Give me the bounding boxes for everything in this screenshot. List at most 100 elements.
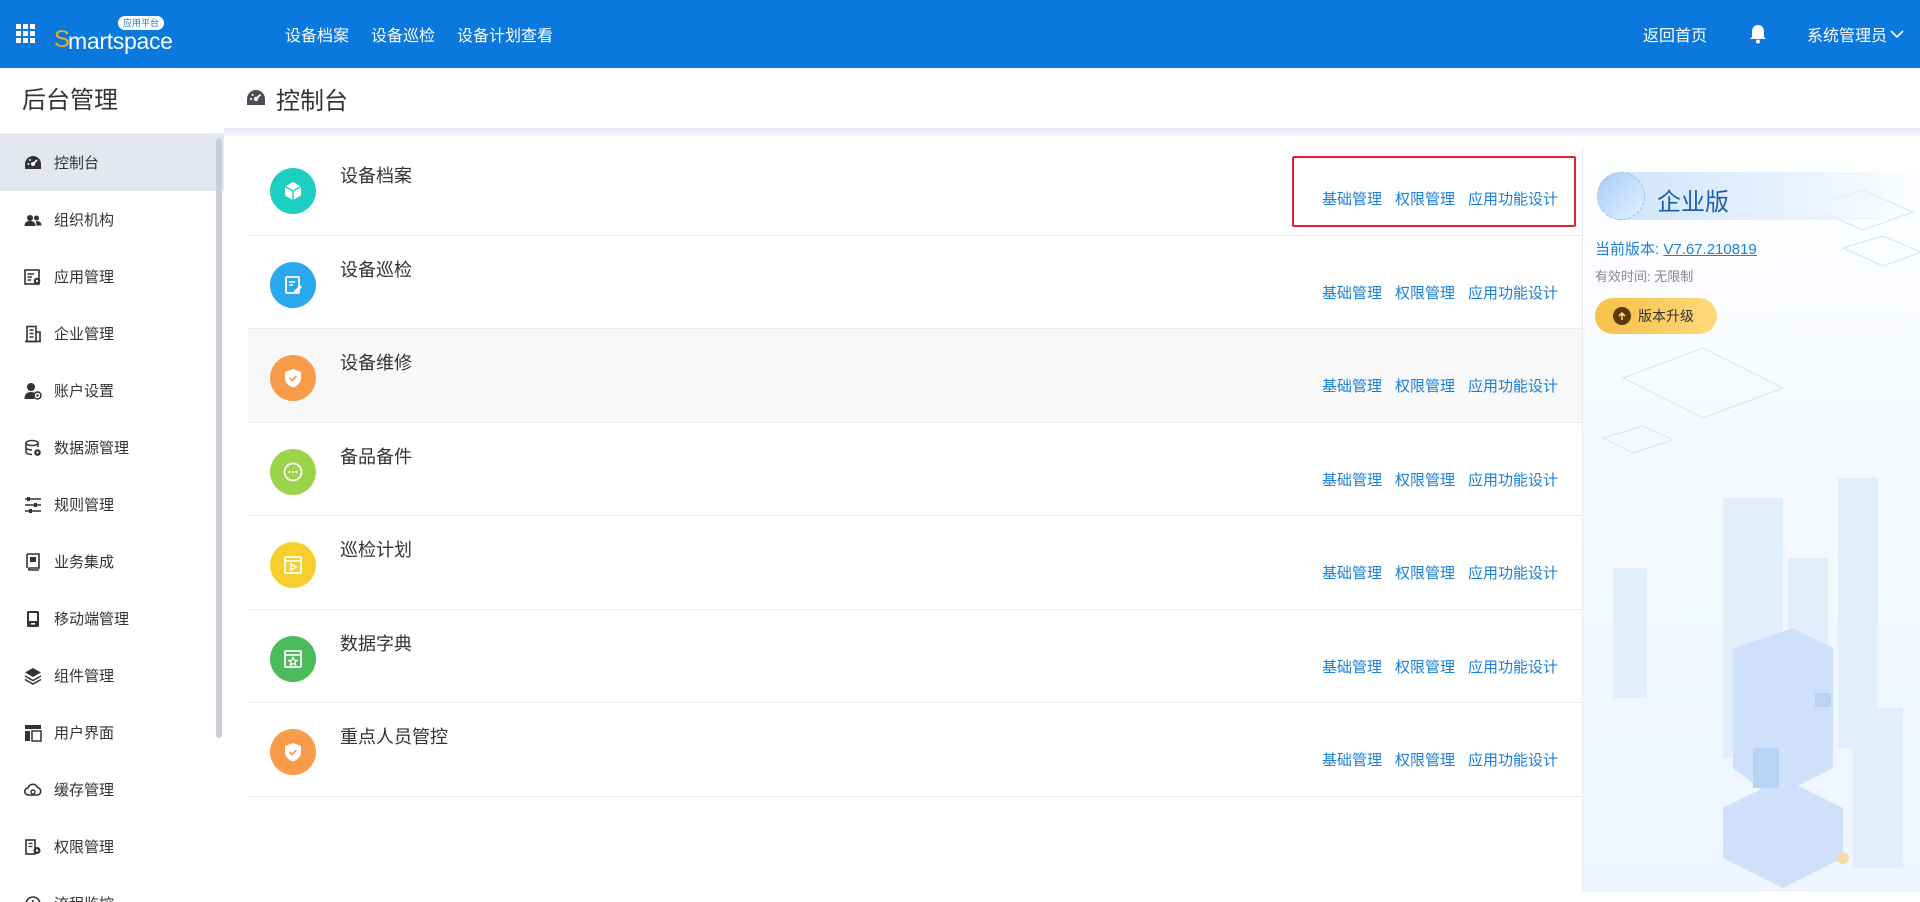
app-name[interactable]: 设备巡检 bbox=[340, 256, 412, 282]
sidebar: 后台管理 控制台 组织机构 应用管理 企业管理 账户设置 数据源管理 规则管理 … bbox=[0, 68, 224, 902]
sidebar-item-cache[interactable]: 缓存管理 bbox=[0, 761, 224, 818]
return-home-link[interactable]: 返回首页 bbox=[1643, 22, 1707, 46]
app-design-link[interactable]: 应用功能设计 bbox=[1468, 375, 1558, 396]
sidebar-item-label: 数据源管理 bbox=[54, 440, 130, 457]
sidebar-item-dashboard[interactable]: 控制台 bbox=[0, 134, 224, 191]
sidebar-item-label: 业务集成 bbox=[54, 554, 115, 571]
app-design-link[interactable]: 应用功能设计 bbox=[1468, 469, 1558, 490]
basic-manage-link[interactable]: 基础管理 bbox=[1322, 562, 1382, 583]
version-link[interactable]: V7.67.210819 bbox=[1663, 241, 1756, 258]
app-grid-icon[interactable] bbox=[16, 24, 36, 44]
bell-icon[interactable] bbox=[1749, 24, 1767, 44]
user-name: 系统管理员 bbox=[1806, 28, 1887, 45]
nav-device-plan[interactable]: 设备计划查看 bbox=[457, 22, 553, 46]
arrow-up-icon bbox=[1613, 307, 1631, 325]
nav-device-archive[interactable]: 设备档案 bbox=[285, 22, 349, 46]
top-nav: 设备档案 设备巡检 设备计划查看 bbox=[285, 0, 575, 68]
layers-icon bbox=[24, 667, 42, 685]
app-icon-badge bbox=[270, 448, 316, 495]
permission-manage-link[interactable]: 权限管理 bbox=[1395, 375, 1455, 396]
sidebar-item-label: 用户界面 bbox=[54, 725, 115, 742]
app-design-link[interactable]: 应用功能设计 bbox=[1468, 656, 1558, 677]
app-icon-badge bbox=[270, 729, 316, 775]
permission-manage-link[interactable]: 权限管理 bbox=[1395, 282, 1455, 303]
basic-manage-link[interactable]: 基础管理 bbox=[1322, 749, 1382, 770]
basic-manage-link[interactable]: 基础管理 bbox=[1322, 469, 1382, 490]
sidebar-item-permission[interactable]: 权限管理 bbox=[0, 818, 224, 875]
edition-banner: 企业版 bbox=[1597, 172, 1920, 220]
sidebar-item-enterprise[interactable]: 企业管理 bbox=[0, 305, 224, 362]
list-item: 设备维修 基础管理 权限管理 应用功能设计 bbox=[248, 329, 1582, 423]
users-icon bbox=[24, 214, 42, 226]
app-icon-badge bbox=[270, 542, 316, 588]
top-bar: S martspace 应用平台 设备档案 设备巡检 设备计划查看 返回首页 系… bbox=[0, 0, 1920, 68]
sidebar-item-components[interactable]: 组件管理 bbox=[0, 647, 224, 704]
sidebar-item-label: 企业管理 bbox=[54, 326, 115, 343]
app-design-link[interactable]: 应用功能设计 bbox=[1468, 749, 1558, 770]
flow-icon bbox=[25, 895, 41, 902]
shield-check-icon bbox=[285, 369, 301, 388]
sidebar-item-ui[interactable]: 用户界面 bbox=[0, 704, 224, 761]
basic-manage-link[interactable]: 基础管理 bbox=[1322, 282, 1382, 303]
sidebar-item-integration[interactable]: 业务集成 bbox=[0, 533, 224, 590]
sidebar-item-flow[interactable]: 流程监控 bbox=[0, 875, 224, 902]
app-name[interactable]: 设备档案 bbox=[340, 162, 412, 188]
user-settings-icon bbox=[24, 382, 42, 400]
app-name[interactable]: 巡检计划 bbox=[340, 536, 412, 562]
sidebar-item-label: 权限管理 bbox=[54, 839, 115, 856]
app-icon-badge bbox=[270, 635, 316, 682]
sidebar-item-mobile[interactable]: 移动端管理 bbox=[0, 590, 224, 647]
dashboard-icon bbox=[247, 90, 265, 105]
permission-manage-link[interactable]: 权限管理 bbox=[1395, 562, 1455, 583]
app-actions: 基础管理 权限管理 应用功能设计 bbox=[1309, 188, 1558, 209]
app-design-link[interactable]: 应用功能设计 bbox=[1468, 282, 1558, 303]
edition-badge-icon bbox=[1597, 172, 1645, 220]
sidebar-item-label: 缓存管理 bbox=[54, 782, 115, 799]
play-window-icon bbox=[284, 556, 302, 574]
sidebar-title: 后台管理 bbox=[0, 68, 224, 134]
nav-device-inspection[interactable]: 设备巡检 bbox=[371, 22, 435, 46]
smartspace-logo[interactable]: S martspace 应用平台 bbox=[54, 16, 184, 54]
app-actions: 基础管理 权限管理 应用功能设计 bbox=[1309, 375, 1558, 396]
dashboard-icon bbox=[25, 155, 41, 169]
basic-manage-link[interactable]: 基础管理 bbox=[1322, 375, 1382, 396]
building-icon bbox=[25, 325, 41, 342]
app-design-link[interactable]: 应用功能设计 bbox=[1468, 188, 1558, 209]
permission-manage-link[interactable]: 权限管理 bbox=[1395, 749, 1455, 770]
list-item: 设备巡检 基础管理 权限管理 应用功能设计 bbox=[248, 236, 1582, 329]
sidebar-item-account[interactable]: 账户设置 bbox=[0, 362, 224, 419]
sidebar-scrollbar[interactable] bbox=[216, 138, 222, 738]
list-item: 数据字典 基础管理 权限管理 应用功能设计 bbox=[248, 610, 1582, 703]
permission-manage-link[interactable]: 权限管理 bbox=[1395, 469, 1455, 490]
upgrade-button[interactable]: 版本升级 bbox=[1595, 298, 1717, 334]
sidebar-item-datasource[interactable]: 数据源管理 bbox=[0, 419, 224, 476]
edit-doc-icon bbox=[285, 275, 302, 294]
app-actions: 基础管理 权限管理 应用功能设计 bbox=[1309, 562, 1558, 583]
app-name[interactable]: 重点人员管控 bbox=[340, 723, 448, 749]
current-version: 当前版本: V7.67.210819 bbox=[1595, 238, 1757, 259]
basic-manage-link[interactable]: 基础管理 bbox=[1322, 656, 1382, 677]
layout-icon bbox=[25, 724, 42, 742]
basic-manage-link[interactable]: 基础管理 bbox=[1322, 188, 1382, 209]
app-icon-badge bbox=[270, 168, 316, 214]
version-label: 当前版本: bbox=[1595, 241, 1664, 258]
app-name[interactable]: 数据字典 bbox=[340, 630, 412, 656]
list-item: 备品备件 基础管理 权限管理 应用功能设计 bbox=[248, 423, 1582, 516]
book-icon bbox=[26, 552, 40, 571]
cube-icon bbox=[284, 182, 302, 200]
user-menu[interactable]: 系统管理员 bbox=[1807, 22, 1904, 46]
app-name[interactable]: 设备维修 bbox=[340, 349, 412, 375]
city-illustration bbox=[1601, 189, 1920, 888]
permission-manage-link[interactable]: 权限管理 bbox=[1395, 188, 1455, 209]
star-window-icon bbox=[284, 649, 302, 668]
sidebar-item-label: 组织机构 bbox=[54, 212, 115, 229]
app-name[interactable]: 备品备件 bbox=[340, 443, 412, 469]
permission-manage-link[interactable]: 权限管理 bbox=[1395, 656, 1455, 677]
app-design-link[interactable]: 应用功能设计 bbox=[1468, 562, 1558, 583]
sidebar-item-label: 控制台 bbox=[54, 155, 100, 172]
sidebar-item-app[interactable]: 应用管理 bbox=[0, 248, 224, 305]
sidebar-item-rules[interactable]: 规则管理 bbox=[0, 476, 224, 533]
list-item: 重点人员管控 基础管理 权限管理 应用功能设计 bbox=[248, 703, 1582, 797]
sidebar-item-label: 移动端管理 bbox=[54, 611, 130, 628]
sidebar-item-org[interactable]: 组织机构 bbox=[0, 191, 224, 248]
